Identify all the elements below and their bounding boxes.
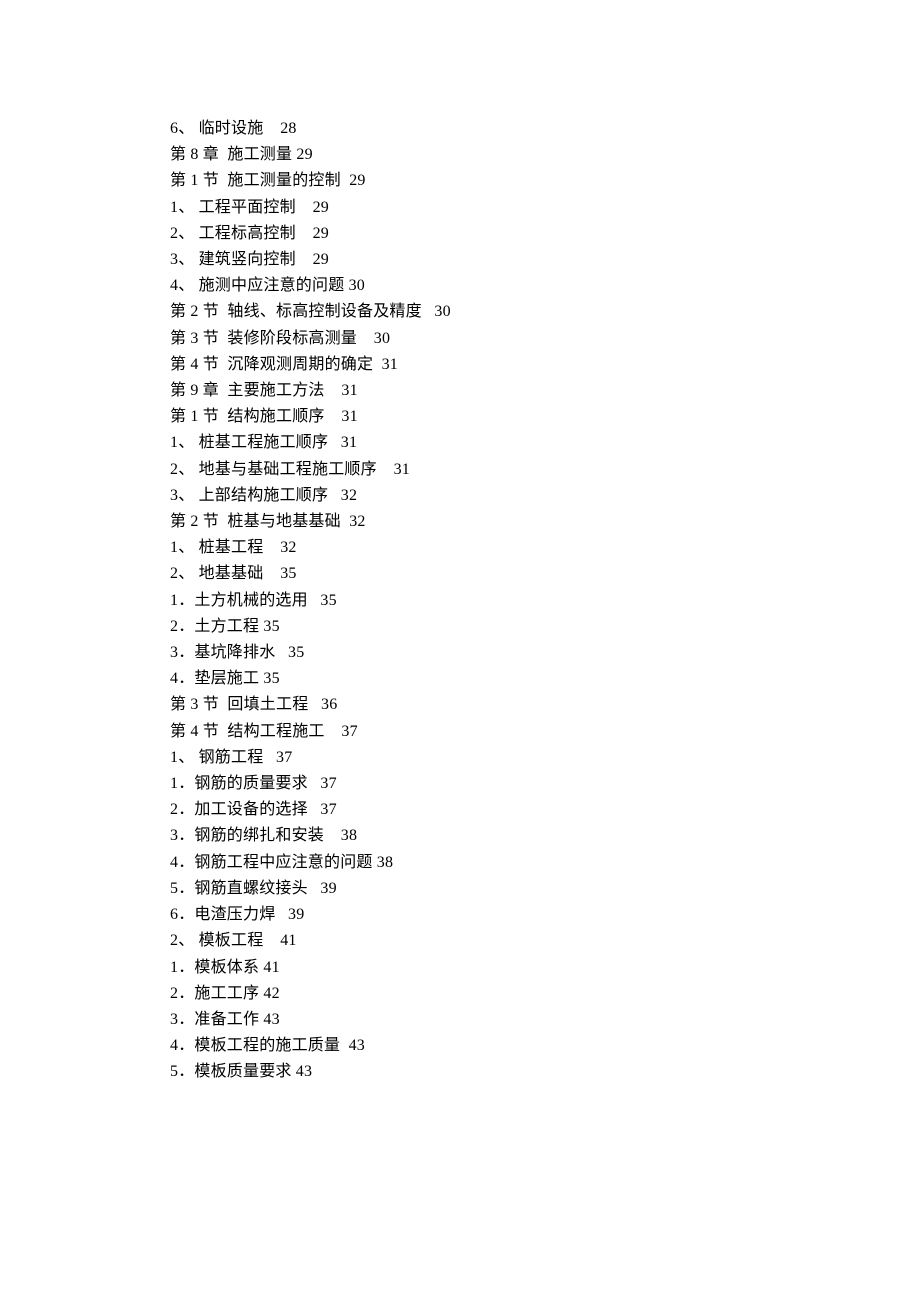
toc-entry: 1、 工程平面控制 29 <box>170 195 830 221</box>
toc-entry: 6、 临时设施 28 <box>170 116 830 142</box>
toc-entry: 4．模板工程的施工质量 43 <box>170 1033 830 1059</box>
toc-entry: 第 4 节 沉降观测周期的确定 31 <box>170 352 830 378</box>
toc-entry: 1．模板体系 41 <box>170 955 830 981</box>
toc-entry: 4．钢筋工程中应注意的问题 38 <box>170 850 830 876</box>
toc-entry: 第 3 节 回填土工程 36 <box>170 692 830 718</box>
toc-entry: 1．土方机械的选用 35 <box>170 588 830 614</box>
toc-entry: 2、 地基基础 35 <box>170 561 830 587</box>
toc-entry: 第 1 节 施工测量的控制 29 <box>170 168 830 194</box>
toc-entry: 2、 工程标高控制 29 <box>170 221 830 247</box>
toc-entry: 第 8 章 施工测量 29 <box>170 142 830 168</box>
toc-entry: 第 3 节 装修阶段标高测量 30 <box>170 326 830 352</box>
toc-entry: 3、 建筑竖向控制 29 <box>170 247 830 273</box>
toc-entry: 2．加工设备的选择 37 <box>170 797 830 823</box>
toc-entry: 2、 地基与基础工程施工顺序 31 <box>170 457 830 483</box>
toc-entry: 3、 上部结构施工顺序 32 <box>170 483 830 509</box>
toc-entry: 5．模板质量要求 43 <box>170 1059 830 1085</box>
toc-entry: 第 2 节 轴线、标高控制设备及精度 30 <box>170 299 830 325</box>
toc-entry: 6．电渣压力焊 39 <box>170 902 830 928</box>
toc-entry: 5．钢筋直螺纹接头 39 <box>170 876 830 902</box>
toc-entry: 3．钢筋的绑扎和安装 38 <box>170 823 830 849</box>
toc-entry: 第 1 节 结构施工顺序 31 <box>170 404 830 430</box>
toc-entry: 2．施工工序 42 <box>170 981 830 1007</box>
toc-entry: 第 4 节 结构工程施工 37 <box>170 719 830 745</box>
toc-entry: 3．基坑降排水 35 <box>170 640 830 666</box>
toc-entry: 2、 模板工程 41 <box>170 928 830 954</box>
toc-list: 6、 临时设施 28第 8 章 施工测量 29第 1 节 施工测量的控制 291… <box>170 116 830 1086</box>
toc-entry: 3．准备工作 43 <box>170 1007 830 1033</box>
toc-entry: 第 9 章 主要施工方法 31 <box>170 378 830 404</box>
document-page: 6、 临时设施 28第 8 章 施工测量 29第 1 节 施工测量的控制 291… <box>0 0 920 1086</box>
toc-entry: 1、 桩基工程 32 <box>170 535 830 561</box>
toc-entry: 1、 钢筋工程 37 <box>170 745 830 771</box>
toc-entry: 1．钢筋的质量要求 37 <box>170 771 830 797</box>
toc-entry: 4．垫层施工 35 <box>170 666 830 692</box>
toc-entry: 2．土方工程 35 <box>170 614 830 640</box>
toc-entry: 第 2 节 桩基与地基基础 32 <box>170 509 830 535</box>
toc-entry: 1、 桩基工程施工顺序 31 <box>170 430 830 456</box>
toc-entry: 4、 施测中应注意的问题 30 <box>170 273 830 299</box>
